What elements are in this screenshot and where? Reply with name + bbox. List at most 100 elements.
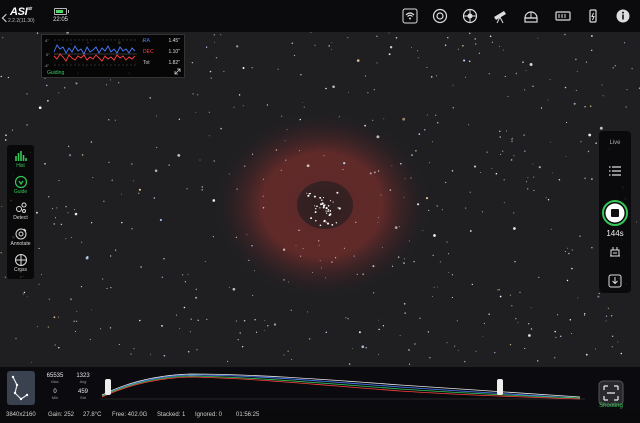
star	[206, 318, 208, 321]
download-icon[interactable]	[608, 274, 622, 288]
star	[238, 94, 241, 96]
star	[601, 84, 603, 86]
info-icon[interactable]	[615, 8, 631, 24]
wifi-icon[interactable]	[402, 8, 418, 24]
cluster-star	[324, 204, 326, 206]
star	[26, 93, 28, 95]
star	[376, 135, 380, 139]
power-icon[interactable]	[585, 8, 601, 24]
star	[486, 151, 488, 153]
star	[38, 247, 40, 249]
tool-guide[interactable]: Guide	[7, 175, 34, 195]
hist-avg: 1323 Avg	[76, 373, 90, 384]
tool-hist[interactable]: Hist	[7, 149, 34, 169]
star	[347, 91, 349, 93]
star	[451, 274, 453, 276]
black-point-handle[interactable]	[105, 379, 111, 395]
star	[243, 319, 246, 322]
expand-icon[interactable]	[174, 68, 181, 75]
star	[590, 105, 592, 107]
guide-graph-panel[interactable]: 4" 0" -4" RA 1.45" DEC 1.10" Tot 1.82" G…	[41, 34, 185, 78]
observatory-icon[interactable]	[523, 8, 539, 24]
star	[156, 146, 158, 149]
histogram-graph[interactable]: 555 2785 5014	[100, 369, 585, 403]
star	[298, 229, 300, 231]
star	[328, 45, 330, 47]
star	[612, 67, 614, 69]
star	[403, 196, 405, 198]
ignored-count: Ignored: 0	[195, 412, 223, 418]
star	[347, 37, 349, 39]
tool-annotate[interactable]: Annotate	[7, 227, 34, 247]
tot-label: Tot	[143, 60, 150, 66]
star	[524, 347, 526, 349]
star	[595, 348, 597, 350]
mount-icon[interactable]	[462, 8, 478, 24]
star	[479, 172, 481, 174]
star	[435, 114, 437, 116]
star	[436, 205, 438, 207]
lens-icon[interactable]	[432, 8, 448, 24]
star	[372, 292, 375, 294]
star	[398, 226, 400, 228]
dew-heater-icon[interactable]	[609, 245, 621, 257]
star	[444, 181, 447, 184]
star	[364, 75, 367, 77]
star	[310, 32, 312, 33]
cluster-star	[335, 222, 338, 224]
exposure-timer: 144s	[606, 229, 624, 238]
star	[80, 285, 83, 288]
star	[503, 179, 505, 181]
star	[559, 335, 562, 338]
constellation-thumbnail[interactable]	[7, 371, 35, 405]
stacked-count: Stacked: 1	[157, 412, 186, 418]
star	[318, 244, 320, 246]
star	[378, 217, 379, 219]
star	[414, 343, 416, 345]
star	[448, 271, 450, 273]
star	[514, 260, 516, 263]
star	[607, 307, 609, 309]
star	[321, 267, 322, 269]
cluster-star	[314, 211, 317, 214]
star	[404, 312, 406, 314]
star	[342, 168, 344, 171]
star	[137, 192, 140, 195]
star	[46, 84, 48, 87]
star	[617, 341, 619, 343]
star	[282, 248, 286, 251]
star	[106, 84, 108, 86]
tool-label: Cross	[13, 267, 28, 273]
battery-icon	[54, 8, 69, 15]
storage-icon[interactable]	[555, 8, 571, 24]
star	[75, 320, 78, 323]
tool-detect[interactable]: Detect	[7, 201, 34, 221]
star	[233, 106, 235, 108]
star	[475, 350, 477, 352]
tool-cross[interactable]: Cross	[7, 253, 34, 273]
star	[469, 191, 471, 193]
white-point-handle[interactable]	[497, 379, 503, 395]
cluster-star	[331, 224, 334, 226]
star	[620, 352, 623, 355]
star	[241, 346, 244, 348]
star	[109, 327, 112, 329]
hist-min: 0 Min	[51, 389, 59, 400]
live-mode-label[interactable]: Live	[599, 140, 631, 146]
stop-button[interactable]	[601, 199, 629, 227]
histogram-strip: 65535Max 1323Avg 0Min 459Std 555 2785 50…	[0, 367, 640, 412]
list-icon[interactable]	[609, 166, 621, 176]
star	[626, 89, 628, 91]
telescope-icon[interactable]	[492, 8, 508, 24]
star	[235, 236, 238, 239]
star	[67, 145, 70, 148]
star	[90, 222, 93, 224]
star	[524, 89, 526, 91]
star	[280, 169, 282, 171]
star	[131, 163, 133, 165]
star	[187, 350, 190, 353]
star	[498, 289, 501, 291]
star	[433, 234, 436, 237]
star	[325, 87, 327, 90]
star	[454, 345, 456, 347]
